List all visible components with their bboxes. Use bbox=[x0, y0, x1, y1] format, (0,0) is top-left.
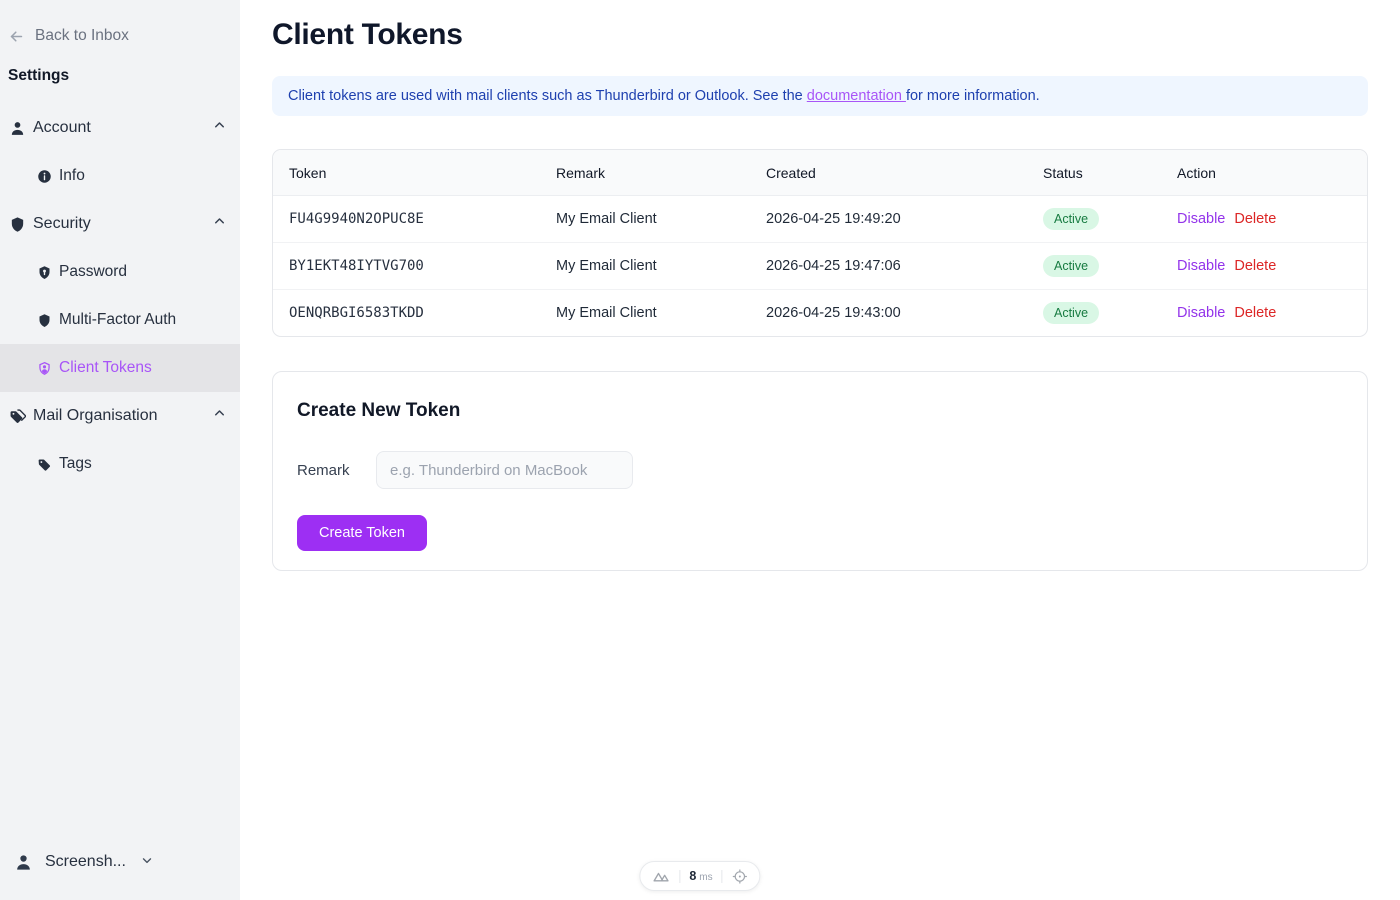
remark-input[interactable] bbox=[376, 451, 633, 489]
arrow-left-icon bbox=[8, 28, 25, 45]
tags-icon bbox=[9, 408, 26, 425]
token-remark: My Email Client bbox=[540, 243, 750, 290]
sidebar-item-security[interactable]: Security bbox=[0, 200, 240, 248]
status-badge: Active bbox=[1043, 208, 1099, 230]
banner-text-before: Client tokens are used with mail clients… bbox=[288, 88, 807, 104]
client-tokens-page: Client Tokens Client tokens are used wit… bbox=[240, 0, 1400, 571]
sidebar-item-account[interactable]: Account bbox=[0, 104, 240, 152]
column-header-action: Action bbox=[1161, 150, 1367, 196]
column-header-status: Status bbox=[1027, 150, 1161, 196]
settings-sidebar: Back to Inbox Settings Account Info Secu… bbox=[0, 0, 240, 900]
token-value: FU4G9940N2OPUC8E bbox=[273, 196, 540, 243]
latency-unit: ms bbox=[699, 872, 712, 883]
delete-token-link[interactable]: Delete bbox=[1234, 258, 1276, 274]
chevron-up-icon bbox=[212, 214, 227, 234]
inspect-target-icon[interactable] bbox=[732, 868, 749, 885]
latency-indicator: 8 ms bbox=[689, 869, 712, 883]
create-token-title: Create New Token bbox=[297, 400, 1343, 422]
nuxt-logo-icon[interactable] bbox=[651, 867, 670, 886]
user-shield-icon bbox=[37, 361, 52, 376]
sidebar-item-password[interactable]: Password bbox=[0, 248, 240, 296]
user-name: Screensh... bbox=[45, 853, 126, 871]
table-header-row: Token Remark Created Status Action bbox=[273, 150, 1367, 196]
token-created: 2026-04-25 19:49:20 bbox=[750, 196, 1027, 243]
shield-icon bbox=[37, 313, 52, 328]
token-value: OENQRBGI6583TKDD bbox=[273, 290, 540, 337]
sidebar-item-label: Account bbox=[33, 119, 91, 137]
delete-token-link[interactable]: Delete bbox=[1234, 305, 1276, 321]
column-header-remark: Remark bbox=[540, 150, 750, 196]
tag-icon bbox=[37, 457, 52, 472]
disable-token-link[interactable]: Disable bbox=[1177, 305, 1225, 321]
table-row: FU4G9940N2OPUC8E My Email Client 2026-04… bbox=[273, 196, 1367, 243]
user-avatar-icon bbox=[14, 853, 33, 872]
table-row: OENQRBGI6583TKDD My Email Client 2026-04… bbox=[273, 290, 1367, 337]
create-token-button[interactable]: Create Token bbox=[297, 515, 427, 551]
tokens-table: Token Remark Created Status Action FU4G9… bbox=[273, 150, 1367, 336]
settings-heading: Settings bbox=[0, 64, 240, 88]
status-badge: Active bbox=[1043, 255, 1099, 277]
sidebar-item-label: Multi-Factor Auth bbox=[59, 311, 176, 329]
back-to-inbox-label: Back to Inbox bbox=[35, 27, 129, 45]
sidebar-item-mail-organisation[interactable]: Mail Organisation bbox=[0, 392, 240, 440]
sidebar-item-label: Security bbox=[33, 215, 91, 233]
tokens-table-card: Token Remark Created Status Action FU4G9… bbox=[272, 149, 1368, 337]
page-title: Client Tokens bbox=[272, 18, 1368, 52]
sidebar-item-client-tokens[interactable]: Client Tokens bbox=[0, 344, 240, 392]
user-menu[interactable]: Screensh... bbox=[0, 846, 240, 878]
info-icon bbox=[37, 169, 52, 184]
delete-token-link[interactable]: Delete bbox=[1234, 211, 1276, 227]
token-created: 2026-04-25 19:47:06 bbox=[750, 243, 1027, 290]
sidebar-item-tags[interactable]: Tags bbox=[0, 440, 240, 488]
token-value: BY1EKT48IYTVG700 bbox=[273, 243, 540, 290]
shield-lock-icon bbox=[37, 265, 52, 280]
back-to-inbox-link[interactable]: Back to Inbox bbox=[0, 24, 240, 48]
banner-text-after: for more information. bbox=[906, 88, 1040, 104]
divider bbox=[679, 870, 680, 883]
sidebar-item-label: Tags bbox=[59, 455, 92, 473]
sidebar-item-label: Info bbox=[59, 167, 85, 185]
token-created: 2026-04-25 19:43:00 bbox=[750, 290, 1027, 337]
sidebar-item-label: Client Tokens bbox=[59, 359, 152, 377]
disable-token-link[interactable]: Disable bbox=[1177, 258, 1225, 274]
disable-token-link[interactable]: Disable bbox=[1177, 211, 1225, 227]
chevron-up-icon bbox=[212, 406, 227, 426]
token-remark: My Email Client bbox=[540, 290, 750, 337]
create-token-card: Create New Token Remark Create Token bbox=[272, 371, 1368, 571]
remark-label: Remark bbox=[297, 462, 376, 479]
documentation-link[interactable]: documentation bbox=[807, 88, 906, 104]
status-badge: Active bbox=[1043, 302, 1099, 324]
token-remark: My Email Client bbox=[540, 196, 750, 243]
latency-value: 8 bbox=[689, 869, 696, 883]
chevron-up-icon bbox=[212, 118, 227, 138]
column-header-created: Created bbox=[750, 150, 1027, 196]
column-header-token: Token bbox=[273, 150, 540, 196]
divider bbox=[722, 870, 723, 883]
sidebar-item-label: Password bbox=[59, 263, 127, 281]
user-icon bbox=[9, 120, 26, 137]
table-row: BY1EKT48IYTVG700 My Email Client 2026-04… bbox=[273, 243, 1367, 290]
settings-nav: Account Info Security Password bbox=[0, 104, 240, 488]
sidebar-item-multi-factor-auth[interactable]: Multi-Factor Auth bbox=[0, 296, 240, 344]
sidebar-item-info[interactable]: Info bbox=[0, 152, 240, 200]
info-banner: Client tokens are used with mail clients… bbox=[272, 76, 1368, 116]
chevron-down-icon bbox=[140, 853, 154, 872]
shield-icon bbox=[9, 216, 26, 233]
devtools-toolbar[interactable]: 8 ms bbox=[639, 861, 760, 891]
sidebar-item-label: Mail Organisation bbox=[33, 407, 158, 425]
